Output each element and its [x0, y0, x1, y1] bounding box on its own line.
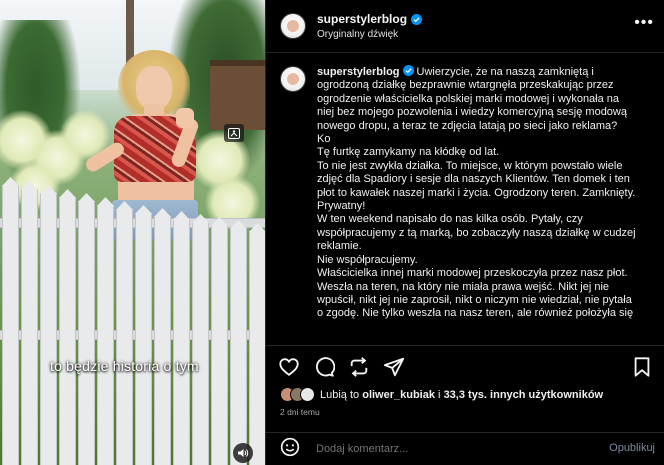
- avatar[interactable]: [280, 13, 306, 39]
- caption-line: zdjęć dla Spadiory i sesje dla naszych K…: [317, 173, 630, 186]
- fence-picket: [21, 189, 38, 465]
- video-person-hand: [176, 108, 194, 128]
- caption-line: współpracujemy z tą marką, bo zobaczyły …: [317, 226, 636, 239]
- fence-picket: [116, 209, 133, 465]
- fence-picket: [2, 185, 19, 465]
- liker-avatar[interactable]: [300, 387, 315, 402]
- verified-badge-icon: [411, 13, 423, 25]
- avatar-face: [287, 73, 299, 85]
- likes-prefix: Lubią to: [320, 388, 360, 401]
- fence-picket: [173, 219, 190, 465]
- likes-count-link[interactable]: 33,3 tys. innych użytkowników: [444, 389, 604, 401]
- fence-picket: [78, 201, 95, 465]
- comment-input[interactable]: [316, 443, 576, 455]
- comment-icon[interactable]: [313, 356, 336, 378]
- fence-picket: [211, 225, 228, 465]
- tagged-people-icon[interactable]: [224, 124, 244, 142]
- post-date[interactable]: 2 dni temu: [280, 407, 320, 417]
- caption-line-text: Uwierzycie, że na naszą zamkniętą i: [416, 66, 594, 78]
- video-subtitle: to będzie historia o tym: [50, 358, 199, 374]
- fence-picket: [249, 231, 265, 465]
- caption-line: To nie jest zwykła działka. To miejsce, …: [317, 159, 623, 172]
- bookmark-icon[interactable]: [631, 356, 653, 378]
- fence-picket: [97, 205, 114, 465]
- share-icon[interactable]: [383, 356, 405, 378]
- emoji-icon[interactable]: [280, 437, 300, 462]
- header-username[interactable]: superstylerblog: [317, 12, 423, 26]
- caption-line: niej bez mojego pozwolenia i wiedzy kome…: [317, 106, 627, 119]
- instagram-post-view: to będzie historia o tym superstylerblog…: [0, 0, 664, 465]
- comment-bar: Opublikuj: [266, 432, 664, 465]
- caption-line: Prywatny!: [317, 200, 366, 213]
- caption-line: o zgodę. Nie tylko weszła na nasz teren,…: [317, 307, 634, 320]
- reel-video[interactable]: to będzie historia o tym: [0, 0, 265, 465]
- more-horizontal-icon[interactable]: •••: [634, 14, 654, 32]
- likes-user-link[interactable]: oliwer_kubiak: [362, 389, 435, 401]
- caption-line: Nie współpracujemy.: [317, 253, 418, 266]
- avatar-face: [287, 20, 299, 32]
- caption-line: ogrodzenie właścicielka polskiej marki m…: [317, 92, 620, 105]
- post-header: superstylerblog Oryginalny dźwięk •••: [266, 0, 664, 53]
- post-side-panel: superstylerblog Oryginalny dźwięk ••• su…: [265, 0, 664, 465]
- likes-summary: Lubią to oliwer_kubiak i 33,3 tys. innyc…: [280, 387, 603, 402]
- publish-button[interactable]: Opublikuj: [609, 442, 655, 454]
- caption-line: nowego dropu, a teraz te zdjęcia latają …: [317, 119, 618, 132]
- caption-line: wpuścił, nikt jej nie zaprosił, nikt o n…: [317, 293, 632, 306]
- post-action-bar: [266, 345, 664, 385]
- caption-line: Ko: [317, 133, 331, 146]
- avatar[interactable]: [280, 66, 306, 92]
- username-label[interactable]: superstylerblog: [317, 12, 407, 26]
- fence-picket: [135, 213, 152, 465]
- post-caption: superstylerblog Uwierzycie, że na naszą z…: [266, 53, 664, 343]
- caption-line: W ten weekend napisało do nas kilka osób…: [317, 213, 583, 226]
- caption-line: płot to kawałek naszej marki i życia. Og…: [317, 186, 636, 199]
- likes-conjunction: i: [438, 388, 441, 401]
- fence-picket: [40, 193, 57, 465]
- fence-picket: [230, 228, 247, 465]
- video-house: [210, 60, 265, 130]
- caption-line: Tę furtkę zamykamy na kłódkę od lat.: [317, 146, 500, 159]
- repost-icon[interactable]: [348, 356, 370, 378]
- caption-line: reklamie.: [317, 240, 362, 253]
- caption-line: superstylerblog Uwierzycie, że na naszą z…: [317, 65, 650, 79]
- audio-label[interactable]: Oryginalny dźwięk: [317, 29, 422, 40]
- verified-badge-icon: [402, 65, 414, 76]
- heart-icon[interactable]: [278, 356, 300, 378]
- fence-picket: [154, 216, 171, 465]
- caption-line: Właścicielka innej marki modowej przesko…: [317, 267, 628, 280]
- caption-text: superstylerblog Uwierzycie, że na naszą z…: [317, 65, 650, 343]
- sound-toggle-icon[interactable]: [233, 443, 253, 463]
- caption-line: ogrodzoną działkę bezprawnie wtargnęła p…: [317, 79, 614, 92]
- header-text: superstylerblog Oryginalny dźwięk: [317, 12, 423, 40]
- caption-line: Weszła na teren, na który nie miała praw…: [317, 280, 610, 293]
- fence-picket: [59, 197, 76, 465]
- likes-text: Lubią to oliwer_kubiak i 33,3 tys. innyc…: [320, 389, 603, 401]
- video-fence: [0, 180, 265, 465]
- caption-username[interactable]: superstylerblog: [317, 66, 400, 78]
- fence-picket: [192, 222, 209, 465]
